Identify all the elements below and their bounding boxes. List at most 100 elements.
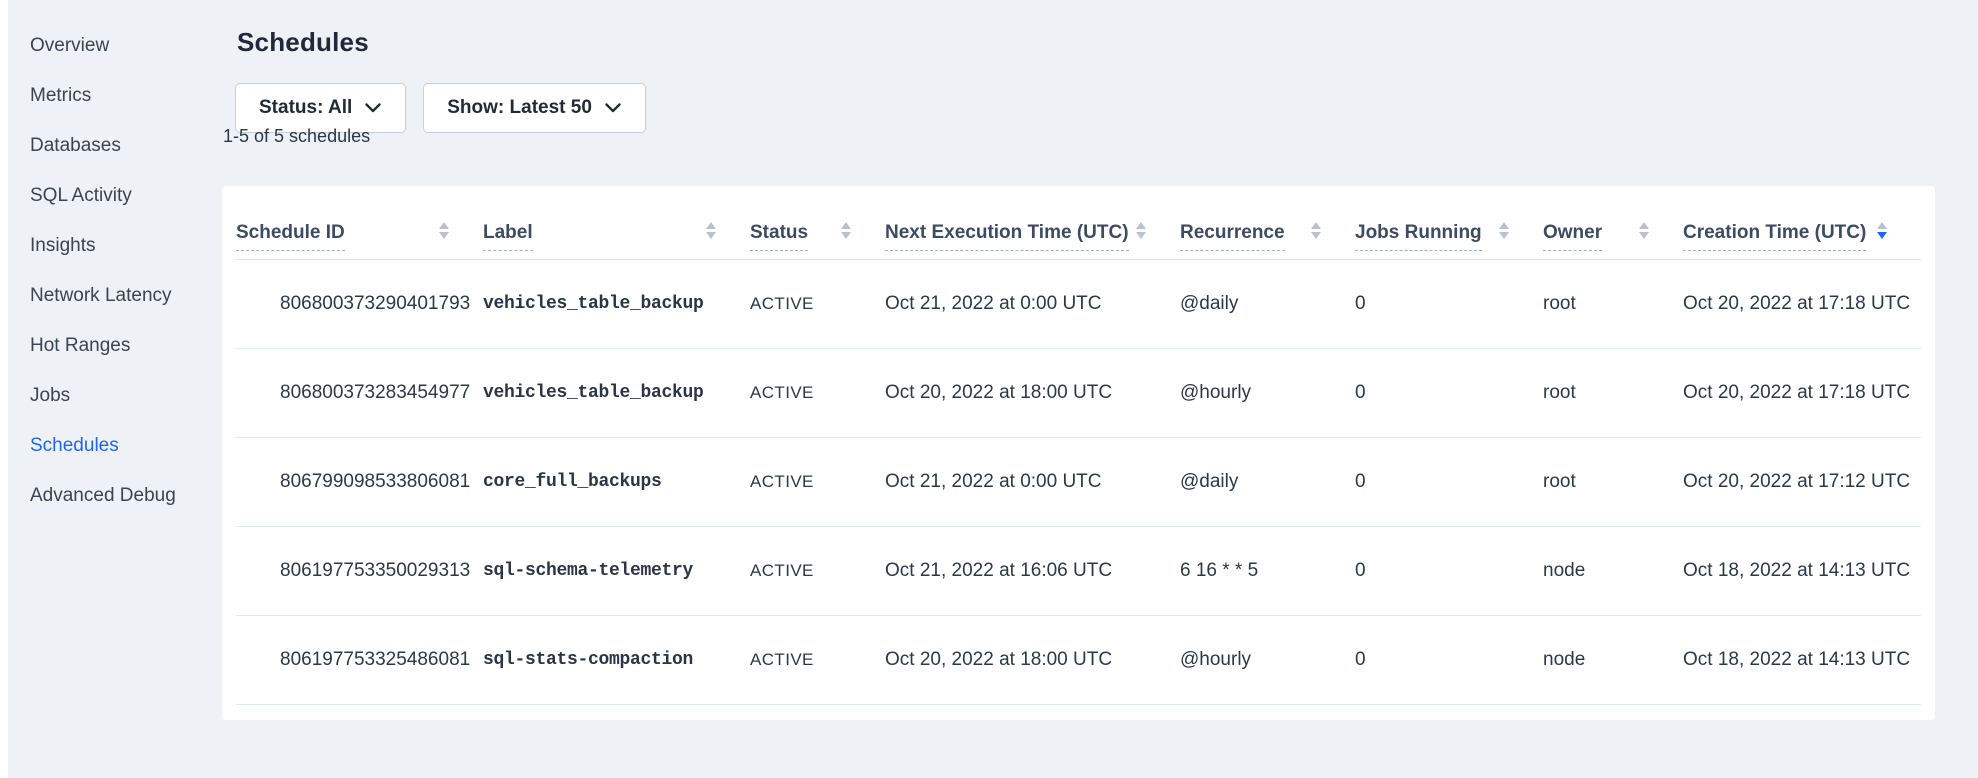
schedule-id-cell: 806197753325486081: [236, 649, 483, 671]
status-filter-label: Status: All: [259, 97, 352, 119]
column-header-label: Owner: [1543, 222, 1602, 251]
table-row: 806800373290401793 vehicles_table_backup…: [236, 260, 1921, 349]
sort-down-triangle: [841, 232, 851, 239]
sort-down-triangle: [1499, 232, 1509, 239]
column-header[interactable]: Label: [483, 222, 750, 251]
column-header-label: Recurrence: [1180, 222, 1285, 251]
creation-time-cell: Oct 18, 2022 at 14:13 UTC: [1683, 560, 1921, 582]
column-header-label: Creation Time (UTC): [1683, 222, 1866, 251]
sort-icon: [841, 222, 851, 239]
sidebar-item[interactable]: Network Latency: [30, 284, 200, 308]
creation-time-cell: Oct 20, 2022 at 17:18 UTC: [1683, 382, 1921, 404]
sort-up-triangle: [1499, 222, 1509, 229]
schedule-label-cell: vehicles_table_backup: [483, 383, 750, 403]
sort-icon: [1311, 222, 1321, 239]
table-body: 806800373290401793 vehicles_table_backup…: [236, 260, 1921, 705]
sort-up-triangle: [1877, 222, 1887, 229]
jobs-running-cell: 0: [1355, 293, 1543, 315]
show-filter-dropdown[interactable]: Show: Latest 50: [423, 83, 646, 133]
chevron-down-icon: [605, 103, 621, 113]
next-execution-time-cell: Oct 21, 2022 at 16:06 UTC: [885, 560, 1180, 582]
owner-cell: root: [1543, 382, 1683, 404]
sort-up-triangle: [1311, 222, 1321, 229]
sort-down-triangle: [1639, 232, 1649, 239]
sort-up-triangle: [706, 222, 716, 229]
column-header[interactable]: Schedule ID: [236, 222, 483, 251]
creation-time-cell: Oct 18, 2022 at 14:13 UTC: [1683, 649, 1921, 671]
results-summary: 1-5 of 5 schedules: [223, 126, 370, 147]
jobs-running-cell: 0: [1355, 471, 1543, 493]
sidebar-item[interactable]: SQL Activity: [30, 184, 200, 208]
status-cell: ACTIVE: [750, 383, 885, 403]
table-row: 806197753325486081 sql-stats-compaction …: [236, 616, 1921, 705]
schedule-id-cell: 806197753350029313: [236, 560, 483, 582]
sort-icon: [1639, 222, 1649, 239]
jobs-running-cell: 0: [1355, 649, 1543, 671]
sidebar-item[interactable]: Jobs: [30, 384, 200, 408]
jobs-running-cell: 0: [1355, 382, 1543, 404]
table-header-row: Schedule ID Label Status: [236, 186, 1921, 260]
recurrence-cell: @daily: [1180, 471, 1355, 493]
column-header[interactable]: Creation Time (UTC): [1683, 222, 1921, 251]
page-title: Schedules: [237, 27, 369, 58]
status-cell: ACTIVE: [750, 561, 885, 581]
schedule-id-cell: 806800373283454977: [236, 382, 483, 404]
show-filter-label: Show: Latest 50: [447, 97, 592, 119]
jobs-running-cell: 0: [1355, 560, 1543, 582]
column-header[interactable]: Status: [750, 222, 885, 251]
schedule-label-cell: core_full_backups: [483, 472, 750, 492]
schedule-label-cell: sql-schema-telemetry: [483, 561, 750, 581]
sort-down-triangle: [1877, 232, 1887, 239]
column-header-label: Status: [750, 222, 808, 251]
sidebar-item[interactable]: Metrics: [30, 84, 200, 108]
owner-cell: root: [1543, 293, 1683, 315]
schedule-label-cell: vehicles_table_backup: [483, 294, 750, 314]
sort-down-triangle: [1136, 232, 1146, 239]
recurrence-cell: @daily: [1180, 293, 1355, 315]
column-header-label: Jobs Running: [1355, 222, 1482, 251]
column-header-label: Next Execution Time (UTC): [885, 222, 1129, 251]
sidebar-item[interactable]: Overview: [30, 34, 200, 58]
left-edge-strip: [0, 0, 8, 778]
sort-icon: [1499, 222, 1509, 239]
column-header-label: Schedule ID: [236, 222, 345, 251]
next-execution-time-cell: Oct 21, 2022 at 0:00 UTC: [885, 293, 1180, 315]
column-header-label: Label: [483, 222, 533, 251]
next-execution-time-cell: Oct 20, 2022 at 18:00 UTC: [885, 382, 1180, 404]
sort-up-triangle: [841, 222, 851, 229]
schedule-id-cell: 806799098533806081: [236, 471, 483, 493]
table-row: 806799098533806081 core_full_backups ACT…: [236, 438, 1921, 527]
column-header[interactable]: Jobs Running: [1355, 222, 1543, 251]
table-row: 806197753350029313 sql-schema-telemetry …: [236, 527, 1921, 616]
column-header[interactable]: Owner: [1543, 222, 1683, 251]
sort-up-triangle: [439, 222, 449, 229]
sidebar-item[interactable]: Hot Ranges: [30, 334, 200, 358]
next-execution-time-cell: Oct 21, 2022 at 0:00 UTC: [885, 471, 1180, 493]
column-header[interactable]: Recurrence: [1180, 222, 1355, 251]
table-row: 806800373283454977 vehicles_table_backup…: [236, 349, 1921, 438]
creation-time-cell: Oct 20, 2022 at 17:12 UTC: [1683, 471, 1921, 493]
status-cell: ACTIVE: [750, 650, 885, 670]
sidebar-item[interactable]: Databases: [30, 134, 200, 158]
schedule-label-cell: sql-stats-compaction: [483, 650, 750, 670]
recurrence-cell: @hourly: [1180, 649, 1355, 671]
sort-icon: [1877, 222, 1887, 239]
owner-cell: node: [1543, 560, 1683, 582]
schedule-id-cell: 806800373290401793: [236, 293, 483, 315]
chevron-down-icon: [365, 103, 381, 113]
sidebar-item[interactable]: Insights: [30, 234, 200, 258]
column-header[interactable]: Next Execution Time (UTC): [885, 222, 1180, 251]
sidebar: Overview Metrics Databases SQL Activity …: [30, 34, 200, 534]
next-execution-time-cell: Oct 20, 2022 at 18:00 UTC: [885, 649, 1180, 671]
owner-cell: node: [1543, 649, 1683, 671]
sort-down-triangle: [706, 232, 716, 239]
sort-down-triangle: [1311, 232, 1321, 239]
sort-up-triangle: [1639, 222, 1649, 229]
status-cell: ACTIVE: [750, 294, 885, 314]
creation-time-cell: Oct 20, 2022 at 17:18 UTC: [1683, 293, 1921, 315]
sidebar-item[interactable]: Advanced Debug: [30, 484, 200, 508]
owner-cell: root: [1543, 471, 1683, 493]
recurrence-cell: @hourly: [1180, 382, 1355, 404]
sort-icon: [1136, 222, 1146, 239]
sidebar-item[interactable]: Schedules: [30, 434, 200, 458]
